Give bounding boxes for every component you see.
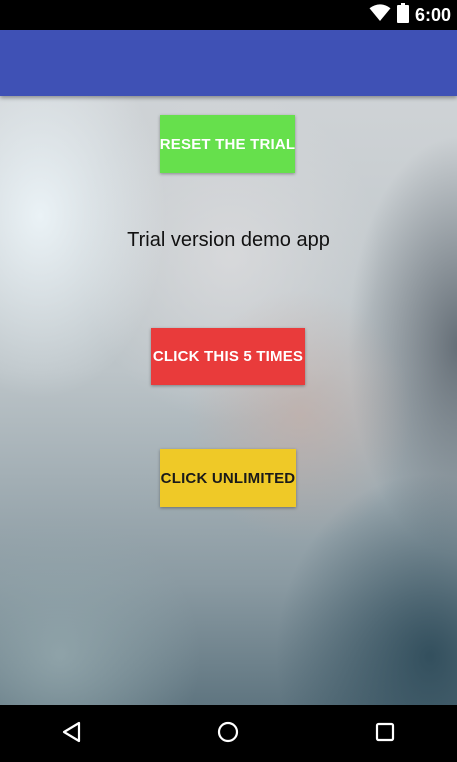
back-button[interactable]	[57, 719, 87, 749]
main-content: RESET THE TRIAL Trial version demo app C…	[0, 96, 457, 705]
reset-trial-button[interactable]: RESET THE TRIAL	[160, 115, 295, 173]
navigation-bar	[0, 705, 457, 762]
battery-icon	[396, 2, 409, 28]
wifi-icon	[369, 3, 391, 27]
headline-text: Trial version demo app	[127, 229, 330, 251]
home-icon	[216, 720, 240, 749]
click-five-times-button[interactable]: CLICK THIS 5 TIMES	[151, 328, 305, 385]
recents-button[interactable]	[370, 719, 400, 749]
click-unlimited-button[interactable]: CLICK UNLIMITED	[160, 449, 296, 507]
status-bar: 6:00	[0, 0, 457, 30]
status-icons: 6:00	[369, 2, 451, 28]
back-icon	[60, 720, 84, 749]
status-time: 6:00	[414, 5, 451, 25]
home-button[interactable]	[213, 719, 243, 749]
app-bar	[0, 30, 457, 96]
phone-screen: 6:00 RESET THE TRIAL Trial version demo …	[0, 0, 457, 762]
recents-icon	[373, 720, 397, 749]
